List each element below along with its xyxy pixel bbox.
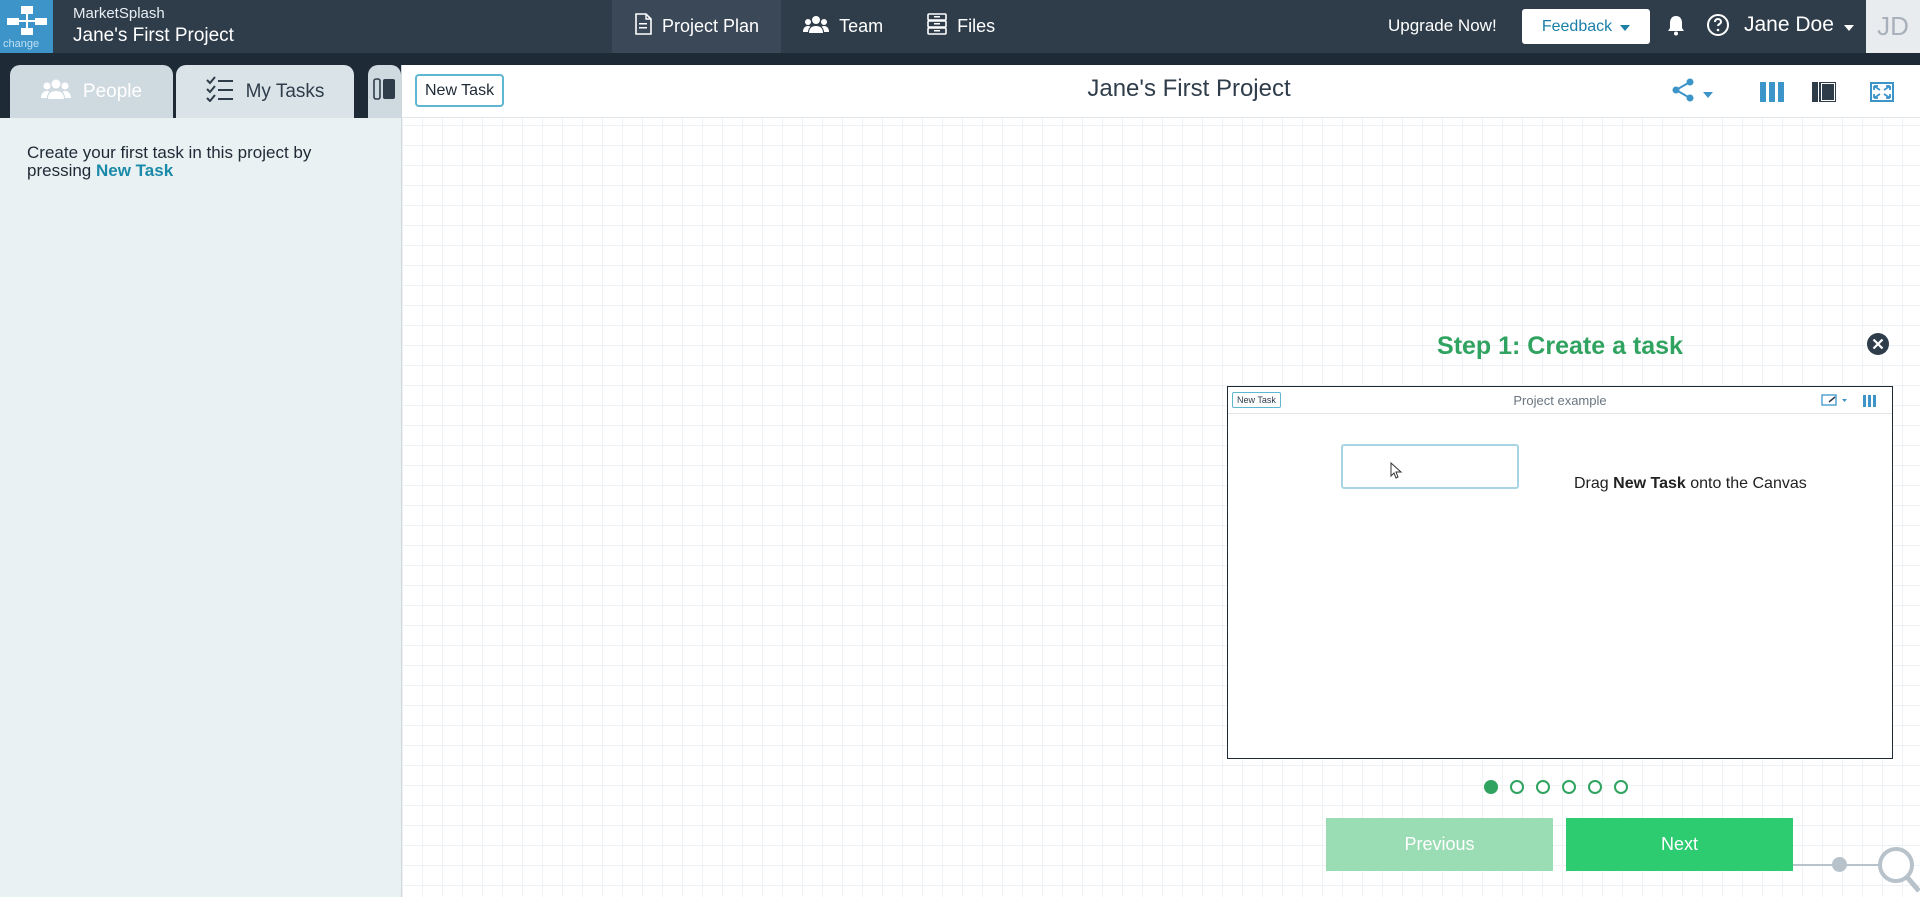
- caret-down-icon: [1620, 18, 1631, 36]
- logo-subtext: change: [3, 38, 40, 50]
- logo-icon: [7, 6, 47, 40]
- tab-my-tasks[interactable]: My Tasks: [176, 65, 354, 118]
- zoom-icon[interactable]: [1876, 845, 1920, 897]
- left-panel-tabs: People My Tasks: [0, 53, 401, 118]
- previous-button[interactable]: Previous: [1326, 818, 1553, 871]
- tab-label: People: [82, 80, 143, 102]
- step-dot-1[interactable]: [1484, 780, 1498, 794]
- tab-label: My Tasks: [245, 80, 325, 102]
- feedback-button[interactable]: Feedback: [1522, 9, 1650, 44]
- example-toolbar: [1821, 392, 1877, 411]
- avatar[interactable]: JD: [1866, 0, 1920, 53]
- columns-view-icon[interactable]: [1760, 82, 1784, 106]
- tab-people[interactable]: People: [10, 65, 173, 118]
- instruction-suffix: onto the Canvas: [1690, 475, 1807, 492]
- step-indicator: [1484, 780, 1628, 794]
- step-dot-4[interactable]: [1562, 780, 1576, 794]
- user-menu[interactable]: Jane Doe: [1744, 13, 1854, 37]
- tab-label: Team: [839, 16, 884, 36]
- panel-icon: [373, 77, 395, 106]
- files-icon: [927, 13, 947, 40]
- tab-team[interactable]: Team: [781, 0, 905, 53]
- organization-name: MarketSplash: [73, 5, 165, 22]
- caret-down-icon: [1703, 83, 1713, 102]
- example-instruction: Drag New Task onto the Canvas: [1574, 475, 1807, 493]
- step-dot-5[interactable]: [1588, 780, 1602, 794]
- feedback-label: Feedback: [1541, 17, 1613, 35]
- tab-label: Files: [957, 16, 996, 36]
- help-icon[interactable]: [1706, 13, 1730, 41]
- tab-files[interactable]: Files: [905, 0, 1017, 53]
- step-dot-6[interactable]: [1614, 780, 1628, 794]
- close-icon[interactable]: [1866, 332, 1890, 360]
- view-toggle: [1760, 81, 1837, 106]
- panel-view-icon[interactable]: [1812, 81, 1837, 106]
- checklist-icon: [205, 75, 234, 108]
- main-tabs: Project Plan Team Files: [612, 0, 1017, 53]
- new-task-link[interactable]: New Task: [96, 161, 173, 180]
- share-menu[interactable]: [1671, 78, 1713, 106]
- caret-down-icon: [1843, 13, 1854, 37]
- step-dot-3[interactable]: [1536, 780, 1550, 794]
- cursor-icon: [1390, 461, 1404, 484]
- example-title: Project example: [1513, 393, 1607, 408]
- instruction-bold: New Task: [1613, 475, 1686, 492]
- bell-icon[interactable]: [1666, 14, 1686, 40]
- tab-more[interactable]: [368, 65, 401, 118]
- instruction-prefix: Drag: [1574, 475, 1609, 492]
- example-header: New Task Project example: [1228, 387, 1892, 414]
- tab-label: Project Plan: [662, 16, 760, 36]
- project-name[interactable]: Jane's First Project: [73, 25, 234, 47]
- user-name: Jane Doe: [1744, 13, 1834, 36]
- top-bar: change MarketSplash Jane's First Project…: [0, 0, 1920, 53]
- example-columns-icon: [1863, 392, 1877, 411]
- fullscreen-icon[interactable]: [1870, 82, 1894, 106]
- left-panel: People My Tasks Create your first task i…: [0, 53, 401, 897]
- tutorial-title: Step 1: Create a task: [1437, 332, 1683, 360]
- canvas-header: New Task Jane's First Project: [402, 65, 1920, 118]
- example-task-placeholder: [1341, 444, 1519, 489]
- page-title: Jane's First Project: [1087, 75, 1291, 102]
- tutorial-example-frame: New Task Project example Drag New Task o…: [1227, 386, 1893, 759]
- document-icon: [634, 13, 652, 40]
- step-dot-2[interactable]: [1510, 780, 1524, 794]
- app-logo[interactable]: change: [0, 0, 53, 53]
- people-icon: [40, 79, 71, 105]
- tab-project-plan[interactable]: Project Plan: [612, 0, 782, 53]
- share-icon: [1671, 78, 1695, 106]
- upgrade-link[interactable]: Upgrade Now!: [1388, 16, 1497, 36]
- next-button[interactable]: Next: [1566, 818, 1793, 871]
- empty-tasks-message: Create your first task in this project b…: [27, 144, 367, 180]
- example-share-icon: [1821, 392, 1849, 411]
- team-icon: [803, 15, 830, 38]
- zoom-slider-handle[interactable]: [1832, 857, 1847, 872]
